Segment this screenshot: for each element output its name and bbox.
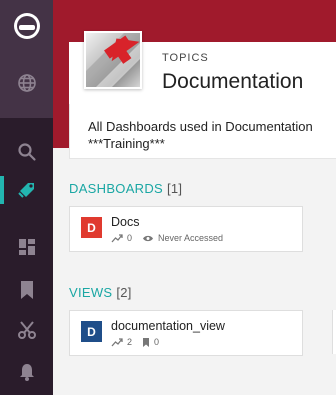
bell-icon[interactable] (11, 356, 43, 388)
trend-icon (111, 337, 123, 346)
topic-description: All Dashboards used in Documentation ***… (69, 104, 336, 159)
dashboard-item-docs[interactable]: D Docs 0 Never Accessed (69, 206, 303, 252)
bookmark-small-icon (143, 337, 150, 347)
next-view-card-edge[interactable] (332, 310, 336, 354)
dashboard-name[interactable]: Docs (111, 215, 139, 229)
description-line-2: ***Training*** (88, 136, 165, 151)
dashboard-grid-icon[interactable] (11, 231, 43, 263)
description-line-1: All Dashboards used in Documentation (88, 119, 313, 134)
dashboard-trend-value: 0 (127, 233, 133, 243)
left-sidebar (0, 0, 53, 395)
trend-icon (111, 233, 123, 242)
view-badge: D (81, 321, 102, 342)
views-count: [2] (116, 285, 132, 300)
dashboards-count: [1] (166, 181, 183, 196)
dashboards-heading-label: DASHBOARDS (69, 181, 164, 196)
topic-thumbnail (84, 31, 142, 89)
scissors-icon[interactable] (11, 314, 43, 346)
tag-icon[interactable] (11, 174, 43, 206)
view-name[interactable]: documentation_view (111, 319, 225, 333)
topic-type-label: TOPICS (162, 52, 209, 64)
views-heading-label: VIEWS (69, 285, 113, 300)
view-meta: 2 0 (111, 337, 159, 347)
bookmark-icon[interactable] (11, 274, 43, 306)
views-heading: VIEWS [2] (69, 285, 132, 300)
dashboard-badge: D (81, 217, 102, 238)
app-logo-icon[interactable] (11, 10, 43, 42)
dashboard-access-text: Never Accessed (158, 233, 224, 243)
search-icon[interactable] (11, 136, 43, 168)
page-title: Documentation (162, 70, 304, 93)
dashboard-meta: 0 Never Accessed (111, 233, 223, 243)
eye-icon (143, 235, 154, 241)
view-item-documentation-view[interactable]: D documentation_view 2 0 (69, 310, 303, 356)
view-bookmark-value: 0 (154, 337, 160, 347)
topic-header-card: TOPICS Documentation (69, 31, 336, 105)
globe-icon[interactable] (11, 67, 43, 99)
active-nav-indicator (0, 176, 4, 204)
dashboards-heading: DASHBOARDS [1] (69, 181, 182, 196)
view-trend-value: 2 (127, 337, 133, 347)
